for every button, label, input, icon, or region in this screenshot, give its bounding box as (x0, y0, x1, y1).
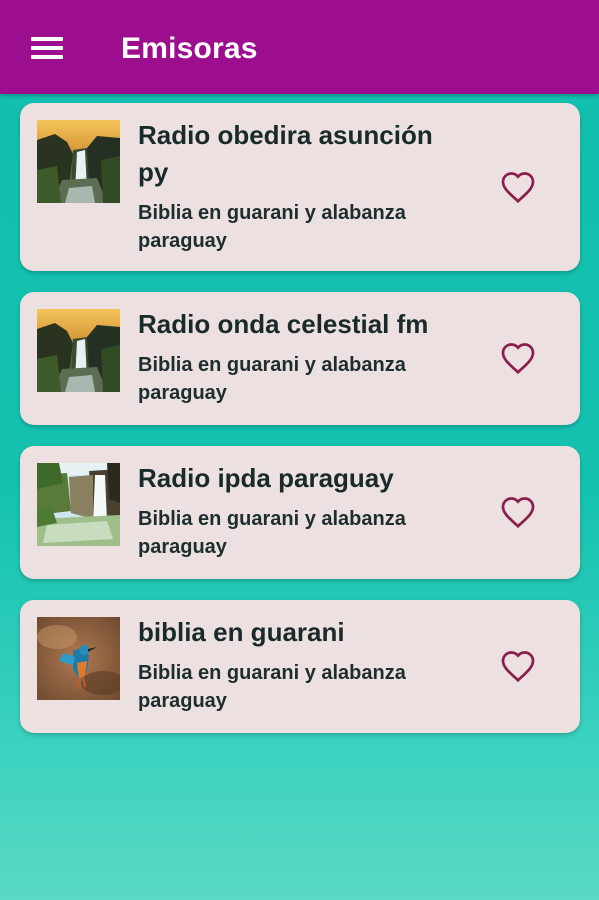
station-description: Biblia en guarani y alabanza paraguay (138, 202, 406, 252)
station-info: biblia en guarani Biblia en guarani y al… (138, 614, 468, 715)
station-list: Radio obedira asunción py Biblia en guar… (20, 103, 580, 754)
kingfisher-bird-image (37, 617, 120, 700)
station-info: Radio obedira asunción py Biblia en guar… (138, 117, 468, 255)
station-description: Biblia en guarani y alabanza paraguay (138, 662, 406, 712)
hamburger-menu-icon[interactable] (22, 28, 72, 68)
waterfall-sunset-image (37, 309, 120, 392)
station-card-onda-celestial[interactable]: Radio onda celestial fm Biblia en guaran… (20, 292, 580, 425)
station-card-biblia-guarani[interactable]: biblia en guarani Biblia en guarani y al… (20, 600, 580, 733)
heart-outline-icon[interactable] (500, 170, 536, 204)
station-name: Radio obedira asunción py (138, 120, 433, 187)
station-info: Radio onda celestial fm Biblia en guaran… (138, 306, 468, 407)
station-description: Biblia en guarani y alabanza paraguay (138, 508, 406, 558)
heart-outline-icon[interactable] (500, 341, 536, 375)
station-info: Radio ipda paraguay Biblia en guarani y … (138, 460, 468, 561)
app-bar: Emisoras (0, 0, 599, 94)
waterfall-sunset-image (37, 120, 120, 203)
station-name: Radio ipda paraguay (138, 463, 394, 493)
station-card-ipda[interactable]: Radio ipda paraguay Biblia en guarani y … (20, 446, 580, 579)
station-name: biblia en guarani (138, 617, 345, 647)
page-title: Emisoras (121, 32, 258, 65)
heart-outline-icon[interactable] (500, 649, 536, 683)
heart-outline-icon[interactable] (500, 495, 536, 529)
waterfall-pool-image (37, 463, 120, 546)
station-name: Radio onda celestial fm (138, 309, 429, 339)
station-description: Biblia en guarani y alabanza paraguay (138, 354, 406, 404)
station-card-obedira[interactable]: Radio obedira asunción py Biblia en guar… (20, 103, 580, 271)
